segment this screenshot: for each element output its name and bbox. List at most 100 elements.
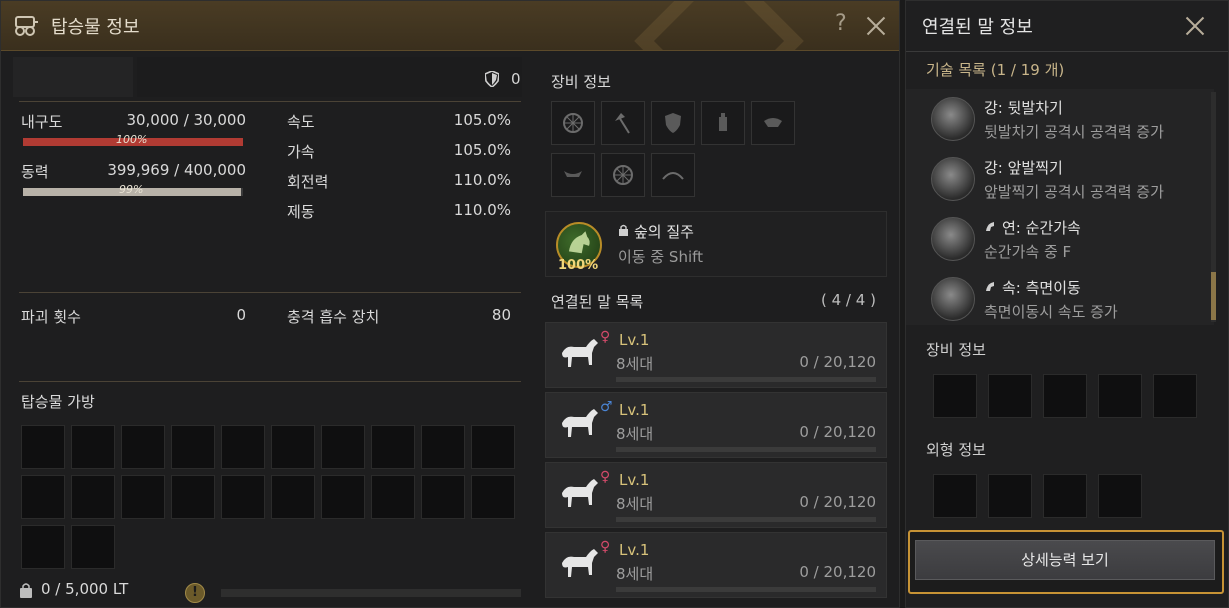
- inventory-slot[interactable]: [271, 425, 315, 469]
- skill-desc: 이동 중 Shift: [618, 248, 704, 266]
- horse-equipment-slot[interactable]: [1043, 374, 1087, 418]
- equipment-slot[interactable]: [601, 153, 645, 197]
- inventory-slot[interactable]: [421, 425, 465, 469]
- appearance-slot[interactable]: [933, 474, 977, 518]
- inventory-slot[interactable]: [171, 475, 215, 519]
- equipment-slot[interactable]: [651, 153, 695, 197]
- inventory-slot[interactable]: [171, 425, 215, 469]
- horse-list-item[interactable]: ♂ Lv.1 8세대 0 / 20,120: [545, 392, 887, 458]
- inventory-slot[interactable]: [471, 425, 515, 469]
- inventory-slot[interactable]: [471, 475, 515, 519]
- inventory-slot[interactable]: [371, 475, 415, 519]
- inventory-slot[interactable]: [71, 525, 115, 569]
- skill-icon: [931, 157, 975, 201]
- close-icon[interactable]: [865, 15, 887, 37]
- horse-equipment-slot[interactable]: [988, 374, 1032, 418]
- help-button[interactable]: ?: [835, 11, 847, 36]
- weight-bar: [221, 589, 521, 597]
- weight-icon: [20, 583, 32, 598]
- view-details-button[interactable]: 상세능력 보기: [915, 540, 1215, 580]
- skill-icon: [931, 97, 975, 141]
- horse-list-item[interactable]: ♀ Lv.1 8세대 0 / 20,120: [545, 322, 887, 388]
- gender-icon: ♀: [600, 539, 611, 555]
- horse-level: Lv.1: [619, 471, 650, 489]
- horse-equipment-slot[interactable]: [1153, 374, 1197, 418]
- skill-list-item[interactable]: 속: 측면이동 측면이동시 속도 증가: [906, 271, 1206, 325]
- lantern-icon: [719, 113, 727, 131]
- inventory-slot[interactable]: [71, 475, 115, 519]
- inventory-slot[interactable]: [371, 425, 415, 469]
- inventory-slot[interactable]: [121, 475, 165, 519]
- inventory-slot[interactable]: [21, 475, 65, 519]
- equipment-slot[interactable]: [701, 101, 745, 145]
- skill-list-item[interactable]: 강: 앞발찍기 앞발찍기 공격시 공격력 증가: [906, 151, 1206, 211]
- inventory-slot[interactable]: [71, 425, 115, 469]
- horse-equipment-slot[interactable]: [933, 374, 977, 418]
- skill-list[interactable]: 강: 뒷발차기 뒷발차기 공격시 공격력 증가 강: 앞발찍기 앞발찍기 공격시 공격…: [906, 89, 1214, 325]
- appearance-title: 외형 정보: [926, 441, 986, 459]
- horse-exp: 0 / 20,120: [799, 493, 876, 511]
- skill-list-title: 기술 목록 (1 / 19 개): [926, 61, 1065, 79]
- horse-generation: 8세대: [616, 425, 654, 443]
- inventory-slot[interactable]: [321, 425, 365, 469]
- warning-icon[interactable]: !: [185, 583, 205, 603]
- horse-exp-bar: [616, 587, 876, 592]
- weight-value: 0 / 5,000 LT: [41, 580, 129, 598]
- speed-value: 105.0%: [453, 111, 511, 129]
- inventory-slot[interactable]: [21, 525, 65, 569]
- linked-horses-title: 연결된 말 목록: [551, 293, 644, 311]
- scroll-thumb[interactable]: [1211, 272, 1216, 320]
- horse-exp: 0 / 20,120: [799, 353, 876, 371]
- close-icon[interactable]: [1184, 15, 1206, 37]
- skill-list-item[interactable]: 강: 뒷발차기 뒷발차기 공격시 공격력 증가: [906, 91, 1206, 151]
- skill-scrollbar[interactable]: [1211, 92, 1216, 322]
- title-bar[interactable]: 탑승물 정보 ?: [1, 1, 899, 51]
- skill-name: 숲의 질주: [634, 223, 694, 241]
- inventory-slot[interactable]: [21, 425, 65, 469]
- linked-horses-count: ( 4 / 4 ): [821, 291, 876, 309]
- divider: [906, 51, 1228, 52]
- equipment-slot[interactable]: [601, 101, 645, 145]
- horse-icon: [562, 479, 598, 507]
- inventory-slot[interactable]: [221, 475, 265, 519]
- accel-label: 가속: [287, 143, 315, 161]
- equipment-slot[interactable]: [751, 101, 795, 145]
- inventory-slot[interactable]: [121, 425, 165, 469]
- horse-exp: 0 / 20,120: [799, 423, 876, 441]
- inventory-slot[interactable]: [271, 475, 315, 519]
- skill-icon: [931, 217, 975, 261]
- accel-value: 105.0%: [453, 141, 511, 159]
- skill-list-item[interactable]: 연: 순간가속 순간가속 중 F: [906, 211, 1206, 271]
- appearance-slot[interactable]: [1043, 474, 1087, 518]
- shield-icon: [485, 71, 499, 87]
- horse-icon: [562, 339, 598, 367]
- appearance-slot[interactable]: [988, 474, 1032, 518]
- mount-skill-card[interactable]: 100% 숲의 질주 이동 중 Shift: [545, 211, 887, 277]
- equipment-slot[interactable]: [551, 153, 595, 197]
- tab-area: [13, 57, 133, 97]
- inventory-slot[interactable]: [421, 475, 465, 519]
- skill-percent: 100%: [558, 258, 599, 273]
- stamina-value: 399,969 / 400,000: [107, 161, 246, 179]
- shock-absorber-value: 80: [491, 306, 511, 324]
- horse-exp-bar: [616, 377, 876, 382]
- inventory-slot[interactable]: [321, 475, 365, 519]
- defense-value: 0: [511, 70, 521, 88]
- horse-level: Lv.1: [619, 331, 650, 349]
- brake-value: 110.0%: [453, 201, 511, 219]
- equipment-slot[interactable]: [551, 101, 595, 145]
- skill-icon: [931, 277, 975, 321]
- horse-level: Lv.1: [619, 541, 650, 559]
- wheel-icon: [613, 165, 633, 185]
- horse-list-item[interactable]: ♀ Lv.1 8세대 0 / 20,120: [545, 462, 887, 528]
- equipment-slot[interactable]: [651, 101, 695, 145]
- destroy-count-value: 0: [236, 306, 246, 324]
- appearance-slot[interactable]: [1098, 474, 1142, 518]
- skill-description: 앞발찍기 공격시 공격력 증가: [984, 183, 1164, 201]
- horse-equipment-slot[interactable]: [1098, 374, 1142, 418]
- skill-description: 뒷발차기 공격시 공격력 증가: [984, 123, 1164, 141]
- inventory-slot[interactable]: [221, 425, 265, 469]
- lock-icon: [619, 224, 628, 236]
- horse-list-item[interactable]: ♀ Lv.1 8세대 0 / 20,120: [545, 532, 887, 598]
- mount-info-window: 탑승물 정보 ? 0 내구도 30,000 / 30,000 100% 동력 3…: [0, 0, 900, 608]
